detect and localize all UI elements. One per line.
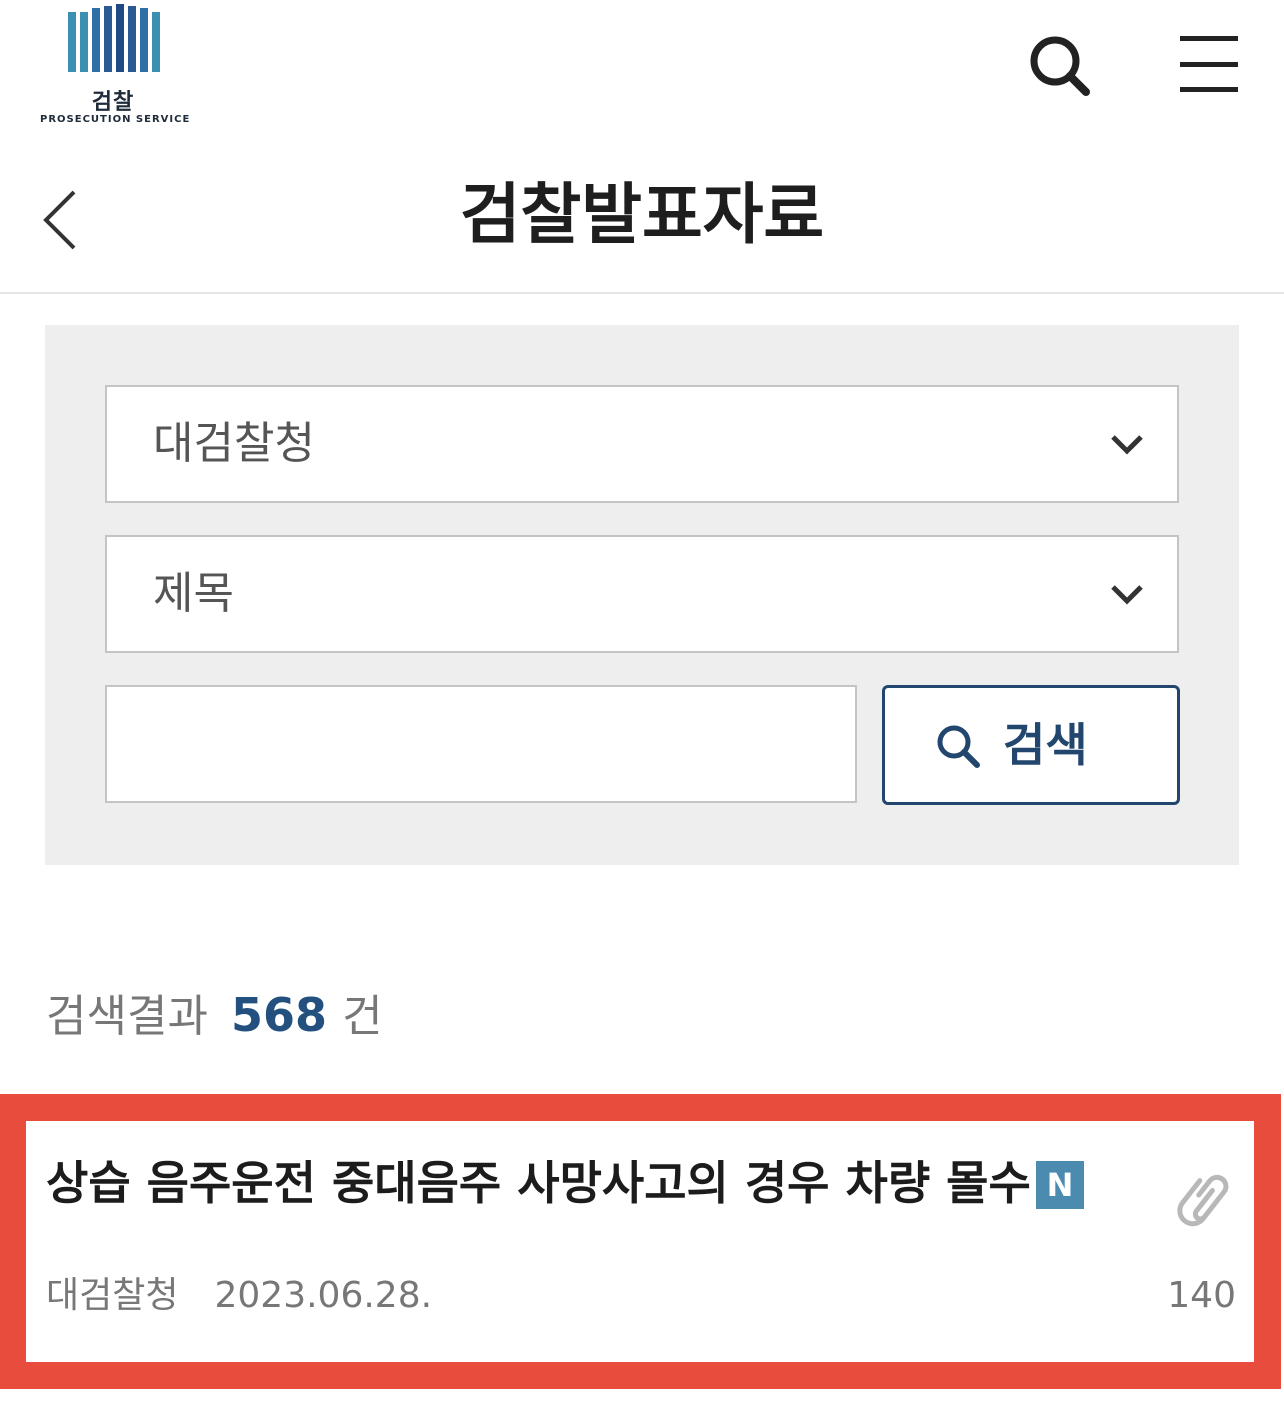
search-icon — [937, 725, 980, 768]
result-count-label: 검색결과 — [46, 991, 208, 1042]
menu-button[interactable] — [1170, 30, 1250, 102]
list-item-org: 대검찰청 — [46, 1275, 179, 1316]
prosecution-service-logo[interactable]: 검찰 PROSECUTION SERVICE — [40, 0, 190, 132]
logo-bars-icon — [68, 4, 160, 72]
back-button[interactable] — [30, 180, 90, 260]
result-count: 검색결과 568 건 — [46, 980, 383, 1050]
search-icon — [1030, 36, 1090, 96]
title-bar: 검찰발표자료 — [0, 140, 1284, 294]
list-item-views: 140 — [1167, 1275, 1236, 1316]
search-panel: 대검찰청 제목 검색 — [45, 325, 1239, 865]
paperclip-icon[interactable] — [1174, 1171, 1244, 1235]
list-item[interactable]: 상습 음주운전 중대음주 사망사고의 경우 차량 몰수 N 대검찰청 2023.0… — [26, 1121, 1254, 1362]
new-badge: N — [1036, 1161, 1084, 1209]
logo-text: 검찰 — [91, 90, 135, 115]
header-search-button[interactable] — [1024, 30, 1096, 102]
list-item-meta: 대검찰청 2023.06.28. — [46, 1271, 432, 1321]
chevron-down-icon — [1111, 435, 1143, 455]
chevron-left-icon — [43, 190, 76, 250]
search-button-label: 검색 — [1003, 718, 1088, 772]
result-count-unit: 건 — [342, 991, 383, 1042]
organization-select[interactable]: 대검찰청 — [105, 385, 1179, 503]
chevron-down-icon — [1111, 585, 1143, 605]
list-item-date: 2023.06.28. — [214, 1275, 433, 1316]
top-header: 검찰 PROSECUTION SERVICE — [0, 0, 1284, 140]
search-field-select[interactable]: 제목 — [105, 535, 1179, 653]
page-title: 검찰발표자료 — [459, 176, 825, 253]
hamburger-menu-icon — [1180, 36, 1238, 92]
organization-select-value: 대검찰청 — [153, 418, 315, 469]
search-keyword-input[interactable] — [105, 685, 857, 803]
search-button[interactable]: 검색 — [882, 685, 1180, 805]
result-count-number: 568 — [231, 988, 328, 1042]
logo-subtitle: PROSECUTION SERVICE — [40, 114, 191, 125]
list-item-title[interactable]: 상습 음주운전 중대음주 사망사고의 경우 차량 몰수 — [46, 1151, 1031, 1215]
search-field-select-value: 제목 — [153, 568, 234, 619]
